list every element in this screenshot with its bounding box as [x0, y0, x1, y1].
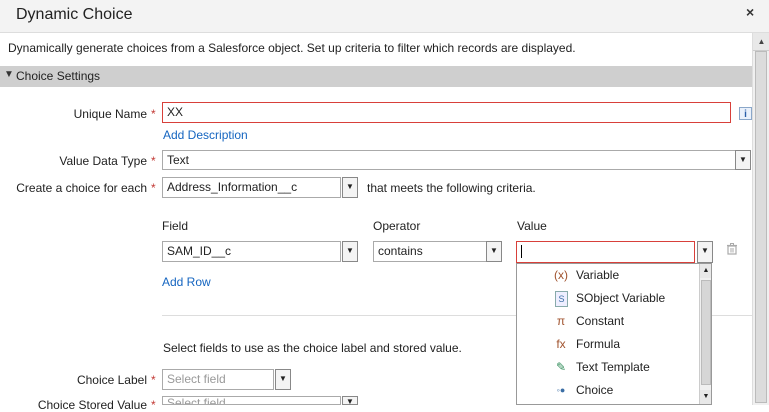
dropdown-item-formula[interactable]: fx Formula [517, 333, 697, 356]
chevron-down-icon[interactable]: ▼ [342, 396, 358, 406]
chevron-down-icon[interactable]: ▼ [342, 241, 358, 262]
dropdown-item-label: Text Template [576, 360, 650, 374]
close-icon[interactable]: × [746, 4, 754, 20]
object-select[interactable]: Address_Information__c [162, 177, 341, 198]
dialog-title: Dynamic Choice [16, 6, 133, 23]
section-title: Choice Settings [16, 69, 101, 83]
value-data-type-label: Value Data Type [59, 154, 147, 168]
text-cursor [521, 245, 522, 259]
value-data-type-select[interactable]: Text [162, 150, 736, 170]
dropdown-item-constant[interactable]: π Constant [517, 310, 697, 333]
dialog-description: Dynamically generate choices from a Sale… [8, 41, 576, 55]
dropdown-scrollbar[interactable]: ▲ ▼ [699, 264, 711, 404]
dialog-scrollbar[interactable]: ▲ [752, 33, 769, 405]
chevron-down-icon[interactable]: ▼ [486, 241, 502, 262]
variable-icon: (x) [554, 268, 568, 282]
choice-label-label: Choice Label [76, 373, 147, 387]
required-mark: * [151, 107, 156, 121]
dropdown-item-label: Constant [576, 314, 625, 328]
info-icon[interactable]: i [739, 107, 752, 120]
section-header-choice-settings[interactable]: ▼ Choice Settings [0, 66, 752, 87]
dropdown-item-choice[interactable]: ◦● Choice [517, 379, 697, 402]
unique-name-input[interactable]: XX [162, 102, 731, 123]
criteria-value-input[interactable] [516, 241, 695, 263]
required-mark: * [151, 373, 156, 387]
choice-stored-value-label: Choice Stored Value [37, 398, 147, 412]
add-row-link[interactable]: Add Row [162, 275, 211, 289]
dropdown-item-text-template[interactable]: ✎ Text Template [517, 356, 697, 379]
scrollbar-thumb[interactable] [701, 280, 711, 385]
criteria-field-select[interactable]: SAM_ID__c [162, 241, 341, 262]
chevron-down-icon[interactable]: ▼ [275, 369, 291, 390]
sobject-variable-icon: S [555, 291, 568, 307]
choice-icon: ◦● [556, 385, 566, 395]
field-column-header: Field [162, 219, 189, 233]
dropdown-item-label: SObject Variable [576, 291, 666, 305]
required-mark: * [151, 181, 156, 195]
text-template-icon: ✎ [555, 360, 567, 374]
required-mark: * [151, 398, 156, 412]
unique-name-label: Unique Name [73, 107, 147, 121]
scroll-up-icon[interactable]: ▲ [700, 264, 711, 278]
create-choice-label: Create a choice for each [16, 181, 147, 195]
choice-stored-value-select[interactable]: Select field [162, 396, 341, 405]
operator-column-header: Operator [373, 219, 421, 233]
chevron-down-icon[interactable]: ▼ [697, 241, 713, 263]
add-description-link[interactable]: Add Description [163, 128, 248, 142]
chevron-down-icon[interactable]: ▼ [735, 150, 751, 170]
dropdown-item-label: Formula [576, 337, 621, 351]
value-column-header: Value [517, 219, 547, 233]
required-mark: * [151, 154, 156, 168]
dropdown-item-variable[interactable]: (x) Variable [517, 264, 697, 287]
select-fields-text: Select fields to use as the choice label… [163, 341, 462, 355]
formula-icon: fx [556, 337, 566, 351]
criteria-suffix-text: that meets the following criteria. [367, 181, 536, 195]
dialog-header: Dynamic Choice × [0, 0, 769, 33]
scrollbar-thumb[interactable] [755, 51, 767, 403]
dropdown-item-sobject-variable[interactable]: S SObject Variable [517, 287, 697, 310]
constant-icon: π [556, 314, 566, 328]
criteria-operator-select[interactable]: contains [373, 241, 487, 262]
chevron-down-icon[interactable]: ▼ [342, 177, 358, 198]
trash-icon[interactable] [726, 243, 738, 255]
choice-label-select[interactable]: Select field [162, 369, 274, 390]
collapse-triangle-icon[interactable]: ▼ [4, 69, 14, 80]
scroll-down-icon[interactable]: ▼ [700, 390, 711, 404]
value-source-dropdown[interactable]: (x) Variable S SObject Variable π Constant fx F… [516, 263, 712, 405]
scroll-up-icon[interactable]: ▲ [753, 33, 769, 51]
dropdown-item-label: Variable [576, 268, 620, 282]
dropdown-item-label: Choice [576, 383, 614, 397]
